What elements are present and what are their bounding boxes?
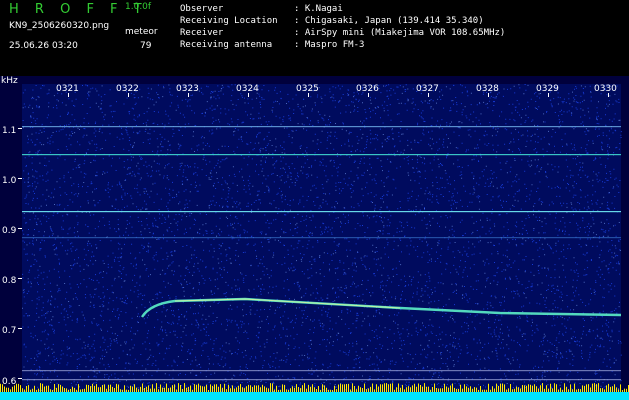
y-tick-label: 1.1 <box>2 126 16 136</box>
info-row-observer: Observer : K.Nagai <box>180 5 343 14</box>
y-tick-label: 0.7 <box>2 326 16 336</box>
y-tick-label: 0.9 <box>2 226 17 236</box>
baseline-fill <box>0 392 629 400</box>
meteor-count-label: meteor <box>125 27 158 37</box>
y-unit-label: kHz <box>1 76 18 86</box>
x-tick-mark <box>488 93 489 97</box>
x-tick-label: 0321 <box>56 84 79 94</box>
carrier-line <box>22 237 621 239</box>
spectrogram-area <box>22 84 621 400</box>
y-tick-mark <box>18 128 22 129</box>
meteor-count-value: 79 <box>140 41 152 51</box>
x-tick-mark <box>548 93 549 97</box>
y-tick-mark <box>18 178 22 179</box>
carrier-line <box>22 370 621 372</box>
y-tick-label: 1.0 <box>2 176 17 186</box>
x-tick-label: 0329 <box>536 84 559 94</box>
carrier-line <box>22 126 621 128</box>
x-tick-mark <box>188 93 189 97</box>
y-tick-mark <box>18 278 22 279</box>
y-tick-label: 0.6 <box>2 377 17 387</box>
info-key: Receiving antenna <box>180 40 273 50</box>
info-key: Receiver <box>180 28 224 38</box>
info-row-antenna: Receiving antenna : Maspro FM-3 <box>180 41 364 50</box>
x-tick-label: 0325 <box>296 84 319 94</box>
x-tick-mark <box>608 93 609 97</box>
info-key: Receiving Location <box>180 16 278 26</box>
x-tick-mark <box>248 93 249 97</box>
info-value: : K.Nagai <box>294 4 343 14</box>
info-value: : Chigasaki, Japan (139.414 35.340) <box>294 16 484 26</box>
version-label: 1.0.0f <box>125 2 152 12</box>
info-value: : AirSpy mini (Miakejima VOR 108.65MHz) <box>294 28 506 38</box>
carrier-line <box>22 211 621 213</box>
x-tick-label: 0324 <box>236 84 259 94</box>
carrier-line <box>22 379 621 381</box>
x-tick-mark <box>368 93 369 97</box>
x-tick-label: 0326 <box>356 84 379 94</box>
y-tick-mark <box>18 328 22 329</box>
header-panel: H R O F F T 1.0.0f KN9_2506260320.png me… <box>0 0 629 76</box>
info-key: Observer <box>180 4 224 14</box>
x-tick-mark <box>68 93 69 97</box>
x-tick-label: 0330 <box>594 84 617 94</box>
datetime-label: 25.06.26 03:20 <box>9 41 78 51</box>
spectrogram: kHz 1.1 1.0 0.9 0.8 0.7 0.6 0321 0322 03… <box>0 76 629 400</box>
x-tick-mark <box>428 93 429 97</box>
info-row-receiver: Receiver : AirSpy mini (Miakejima VOR 108… <box>180 29 505 38</box>
x-tick-label: 0323 <box>176 84 199 94</box>
filename-label: KN9_2506260320.png <box>9 21 110 31</box>
x-tick-mark <box>128 93 129 97</box>
info-row-location: Receiving Location : Chigasaki, Japan (13… <box>180 17 484 26</box>
y-tick-mark <box>18 228 22 229</box>
spectrogram-panel: kHz 1.1 1.0 0.9 0.8 0.7 0.6 0321 0322 03… <box>0 76 629 400</box>
x-tick-label: 0328 <box>476 84 499 94</box>
x-tick-label: 0327 <box>416 84 439 94</box>
x-tick-label: 0322 <box>116 84 139 94</box>
y-tick-label: 0.8 <box>2 276 17 286</box>
carrier-line <box>22 154 621 156</box>
x-tick-mark <box>308 93 309 97</box>
info-value: : Maspro FM-3 <box>294 40 365 50</box>
y-tick-mark <box>18 378 22 379</box>
